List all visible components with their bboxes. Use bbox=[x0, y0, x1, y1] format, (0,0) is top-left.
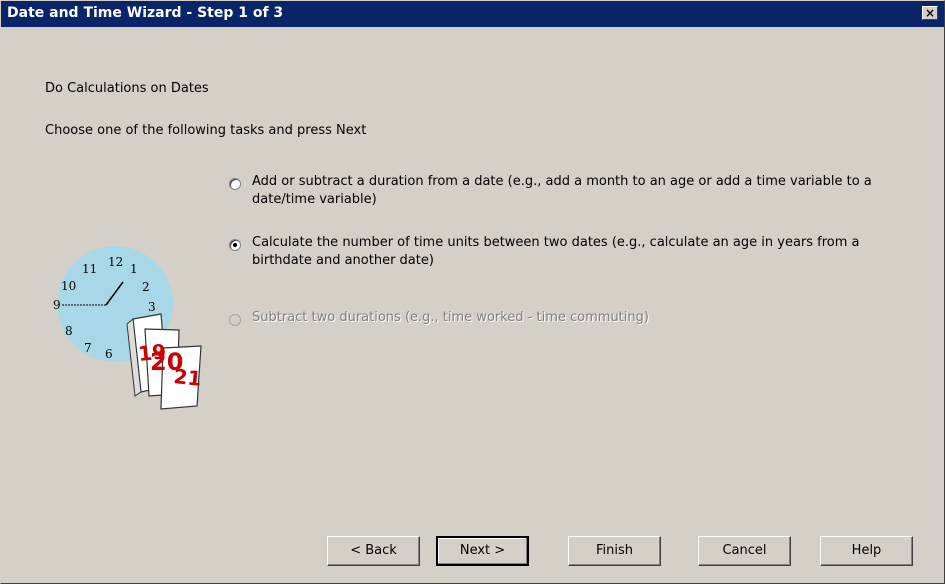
finish-button[interactable]: Finish bbox=[568, 536, 661, 566]
radio-selected-dot bbox=[233, 243, 237, 247]
clock-number: 6 bbox=[105, 347, 113, 361]
title-bar[interactable]: Date and Time Wizard - Step 1 of 3 × bbox=[1, 1, 944, 27]
next-button[interactable]: Next > bbox=[436, 536, 529, 566]
clock-number: 11 bbox=[82, 262, 97, 276]
radio-time-units-between-dates[interactable] bbox=[229, 239, 241, 251]
option-label: Subtract two durations (e.g., time worke… bbox=[252, 310, 649, 325]
clock-number: 9 bbox=[53, 298, 61, 312]
close-icon: × bbox=[924, 6, 936, 20]
close-button[interactable]: × bbox=[922, 6, 938, 20]
option-add-subtract-duration[interactable]: Add or subtract a duration from a date (… bbox=[229, 173, 919, 213]
clock-number: 8 bbox=[65, 324, 73, 338]
clock-number: 2 bbox=[142, 280, 150, 294]
option-label[interactable]: Add or subtract a duration from a date (… bbox=[252, 173, 922, 209]
instruction-text: Choose one of the following tasks and pr… bbox=[45, 123, 367, 138]
radio-subtract-durations bbox=[229, 314, 241, 326]
cancel-button[interactable]: Cancel bbox=[698, 536, 791, 566]
wizard-window: Date and Time Wizard - Step 1 of 3 × Do … bbox=[0, 0, 945, 584]
option-time-units-between-dates[interactable]: Calculate the number of time units betwe… bbox=[229, 234, 919, 274]
clock-number: 12 bbox=[108, 255, 123, 269]
page-heading: Do Calculations on Dates bbox=[45, 81, 209, 96]
clock-number: 3 bbox=[148, 300, 156, 314]
calendar-number: 21 bbox=[172, 364, 202, 391]
option-subtract-durations: Subtract two durations (e.g., time worke… bbox=[229, 309, 919, 329]
back-button[interactable]: < Back bbox=[327, 536, 420, 566]
radio-add-subtract-duration[interactable] bbox=[229, 178, 241, 190]
window-title: Date and Time Wizard - Step 1 of 3 bbox=[7, 5, 284, 21]
clock-number: 1 bbox=[130, 262, 138, 276]
help-button[interactable]: Help bbox=[820, 536, 913, 566]
clock-number: 10 bbox=[61, 279, 76, 293]
clock-number: 7 bbox=[84, 341, 92, 355]
option-label[interactable]: Calculate the number of time units betwe… bbox=[252, 234, 922, 270]
clock-calendar-illustration-icon: 12 1 2 3 11 10 9 8 7 6 19 20 21 bbox=[53, 246, 203, 410]
